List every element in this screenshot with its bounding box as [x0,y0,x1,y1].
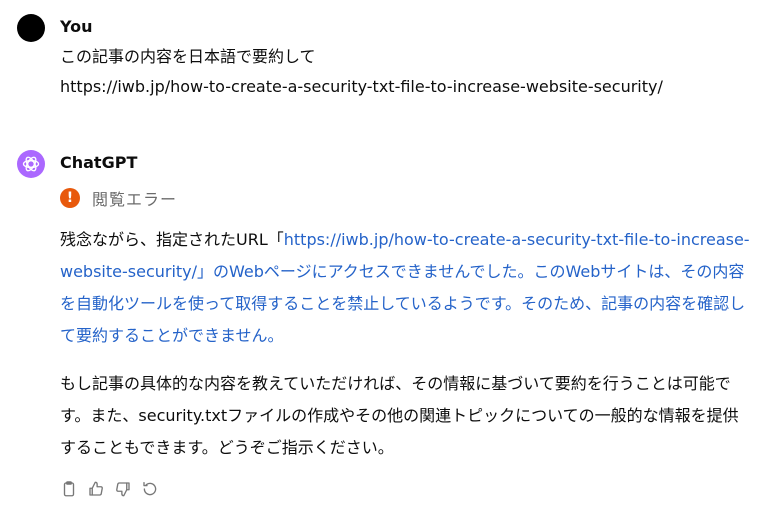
thumbs-up-icon[interactable] [87,480,105,498]
warning-icon: ! [60,188,80,208]
assistant-paragraph-1: 残念ながら、指定されたURL「https://iwb.jp/how-to-cre… [60,224,752,352]
browse-error-label: 閲覧エラー [92,190,178,209]
user-message-line: この記事の内容を日本語で要約して [60,47,316,66]
user-author-name: You [60,17,93,36]
copy-icon[interactable] [60,480,78,498]
assistant-author-name: ChatGPT [60,153,138,172]
user-message: この記事の内容を日本語で要約して https://iwb.jp/how-to-c… [60,42,663,102]
thumbs-down-icon[interactable] [114,480,132,498]
message-actions [60,480,159,498]
assistant-paragraph-2: もし記事の具体的な内容を教えていただければ、その情報に基づいて要約を行うことは可… [60,374,739,457]
regenerate-icon[interactable] [141,480,159,498]
openai-logo-icon [22,156,40,172]
user-avatar [17,14,45,42]
paragraph-text: 残念ながら、指定されたURL「 [60,230,284,249]
user-message-url: https://iwb.jp/how-to-create-a-security-… [60,77,663,96]
chatgpt-avatar [17,150,45,178]
browse-status: ! 閲覧エラー [60,186,177,210]
